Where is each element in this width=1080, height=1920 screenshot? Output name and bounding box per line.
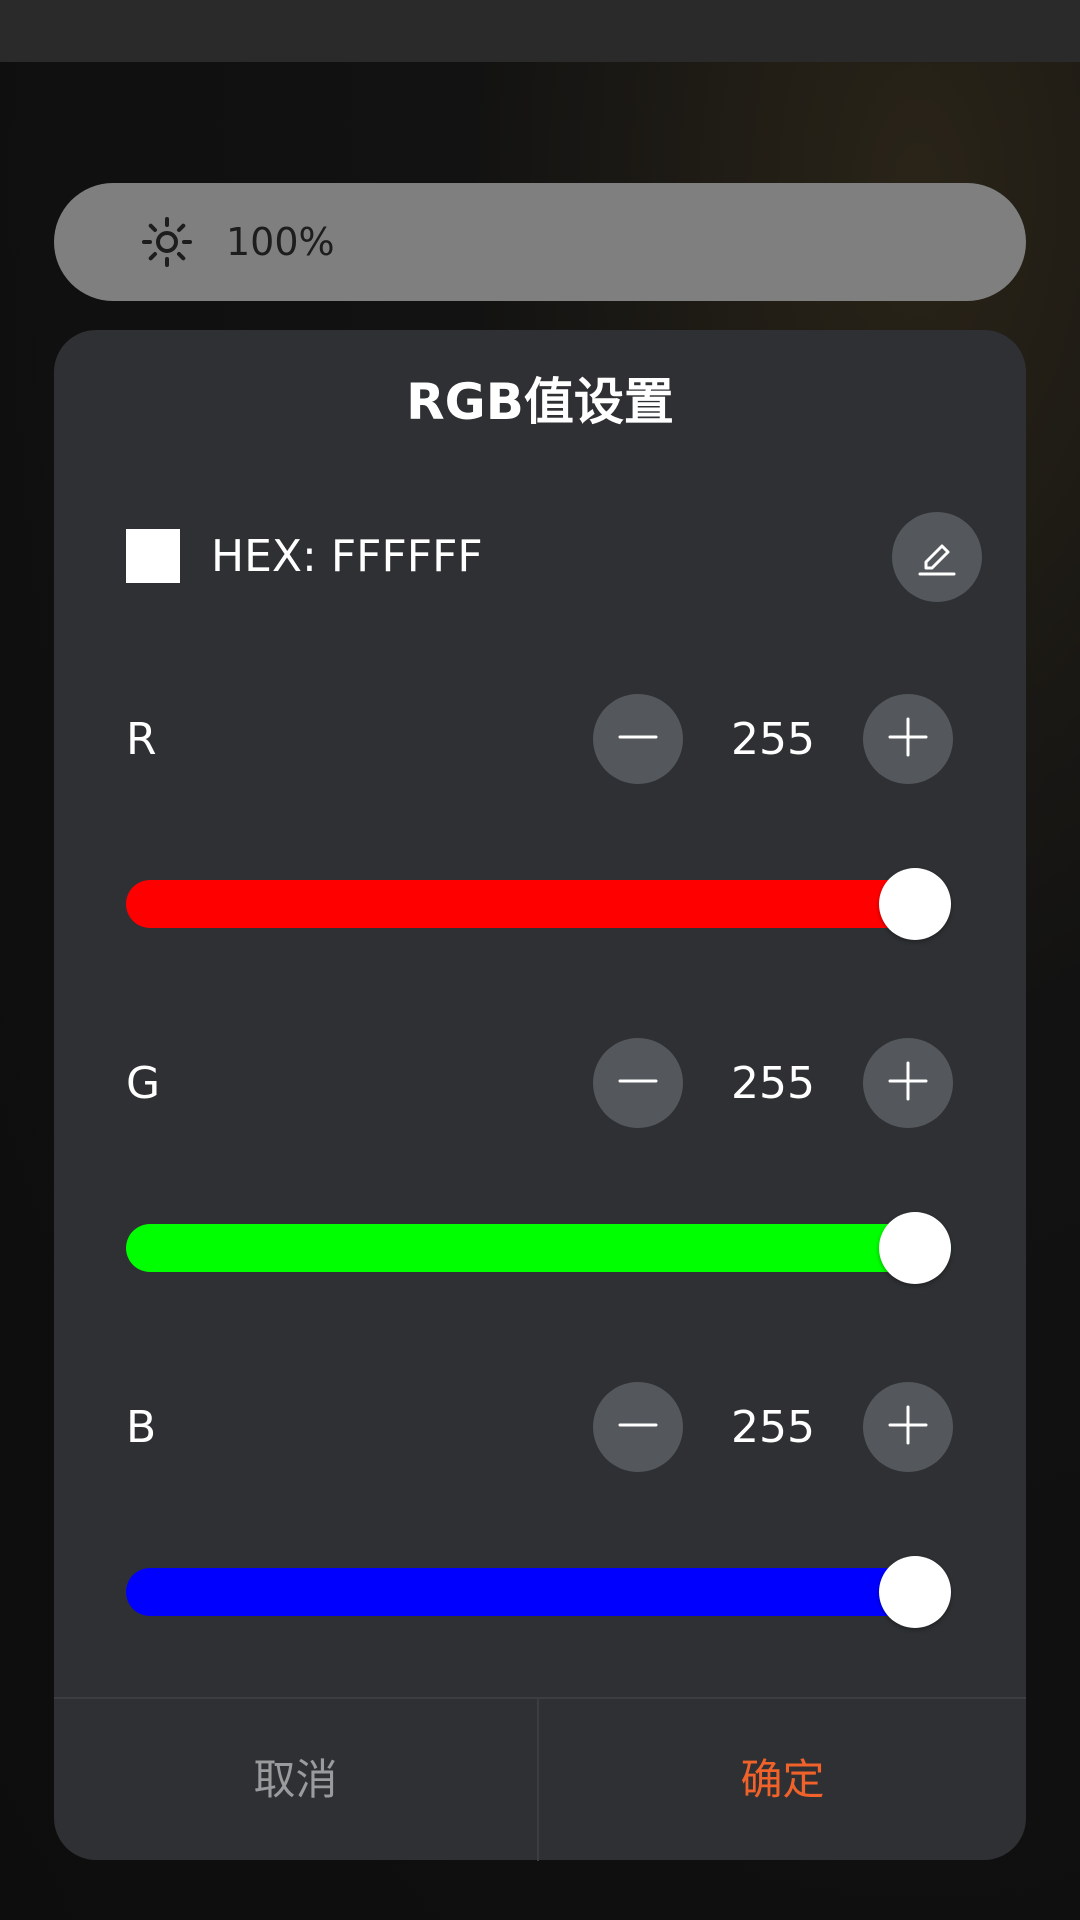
minus-icon	[618, 1061, 658, 1105]
b-slider-thumb[interactable]	[879, 1556, 951, 1628]
channel-r-label: R	[126, 714, 157, 765]
pencil-icon	[914, 532, 960, 582]
r-slider[interactable]	[126, 880, 951, 928]
hex-color-swatch	[126, 529, 180, 583]
b-slider[interactable]	[126, 1568, 951, 1616]
plus-icon	[888, 1061, 928, 1105]
r-slider-thumb[interactable]	[879, 868, 951, 940]
minus-icon	[618, 717, 658, 761]
b-decrease-button[interactable]	[593, 1382, 683, 1472]
plus-icon	[888, 1405, 928, 1449]
dialog-title: RGB值设置	[406, 373, 674, 431]
confirm-button[interactable]: 确定	[539, 1699, 1026, 1860]
b-value: 255	[731, 1402, 815, 1453]
brightness-value: 100%	[226, 220, 335, 264]
r-value: 255	[731, 714, 815, 765]
b-increase-button[interactable]	[863, 1382, 953, 1472]
channel-b-label: B	[126, 1402, 157, 1453]
channel-g-label: G	[126, 1058, 161, 1109]
sun-icon	[142, 217, 192, 267]
minus-icon	[618, 1405, 658, 1449]
r-decrease-button[interactable]	[593, 694, 683, 784]
g-slider[interactable]	[126, 1224, 951, 1272]
g-decrease-button[interactable]	[593, 1038, 683, 1128]
g-slider-thumb[interactable]	[879, 1212, 951, 1284]
screen: 100% RGB值设置 HEX: FFFFFF R 255 G 255 B 25…	[0, 0, 1080, 1920]
plus-icon	[888, 717, 928, 761]
hex-value: HEX: FFFFFF	[211, 531, 483, 582]
g-value: 255	[731, 1058, 815, 1109]
brightness-bar[interactable]: 100%	[54, 183, 1026, 301]
g-increase-button[interactable]	[863, 1038, 953, 1128]
top-bar	[0, 0, 1080, 62]
r-increase-button[interactable]	[863, 694, 953, 784]
edit-hex-button[interactable]	[892, 512, 982, 602]
cancel-button[interactable]: 取消	[54, 1699, 537, 1860]
